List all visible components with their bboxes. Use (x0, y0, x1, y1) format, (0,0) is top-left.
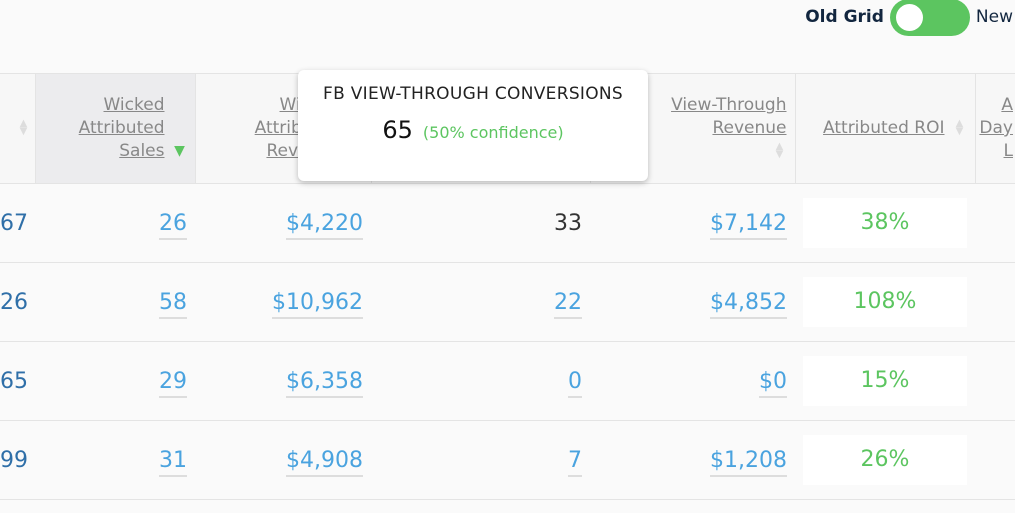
cell-link[interactable]: 29 (159, 368, 187, 398)
table-cell: 38% (795, 183, 975, 263)
table-cell: $4,908 (195, 420, 371, 500)
cell-link[interactable]: $6,358 (286, 368, 363, 398)
column-header[interactable]: Wicked Attributed Sales ▼ (35, 73, 196, 184)
table-cell: 58 (35, 262, 195, 342)
table-cell: $10,962 (195, 262, 371, 342)
table-cell (975, 341, 1015, 421)
cell-link[interactable]: $4,852 (710, 289, 787, 319)
cell-value: 26% (803, 435, 967, 485)
sort-descending-icon[interactable]: ▼ (173, 144, 187, 158)
table-cell: 0 (371, 341, 590, 421)
table-row: 67 26 $4,220 33 $7,142 38% (0, 183, 1015, 263)
tooltip-confidence: (50% confidence) (422, 123, 564, 142)
cell-link[interactable]: $10,962 (272, 289, 363, 319)
tooltip-title: FB VIEW-THROUGH CONVERSIONS (322, 84, 624, 104)
cell-link[interactable]: $4,908 (286, 447, 363, 477)
new-grid-label: New (975, 7, 1013, 27)
column-header-label[interactable]: Wicked Attributed Sales (55, 94, 165, 163)
cell-value: 26 (0, 289, 28, 315)
column-header[interactable]: ▲▼ (0, 73, 36, 184)
cell-value: 38% (803, 198, 967, 248)
column-header[interactable]: A Day L (975, 73, 1015, 184)
cell-value: 99 (0, 447, 28, 473)
grid-toggle-switch[interactable] (889, 0, 970, 36)
cell-link[interactable]: 0 (568, 368, 582, 398)
cell-value: 108% (803, 277, 967, 327)
table-cell: 26 (35, 183, 195, 263)
column-tooltip: FB VIEW-THROUGH CONVERSIONS 65 (50% confi… (298, 70, 648, 181)
cell-link[interactable]: $0 (759, 368, 787, 398)
old-grid-label: Old Grid (805, 7, 884, 27)
cell-value: 15% (803, 356, 967, 406)
table-cell: 7 (371, 420, 590, 500)
table-cell (975, 420, 1015, 500)
table-cell: $0 (590, 341, 795, 421)
cell-link[interactable]: 22 (554, 289, 582, 319)
table-cell: 26 (0, 262, 35, 342)
cell-link[interactable]: $4,220 (286, 210, 363, 240)
cell-link[interactable]: $1,208 (710, 447, 787, 477)
table-cell: 33 (371, 183, 590, 263)
table-cell: $6,358 (195, 341, 371, 421)
table-row: 65 29 $6,358 0 $0 15% (0, 341, 1015, 421)
column-header[interactable]: Attributed ROI ▲ ▼ (795, 73, 976, 184)
table-cell: 15% (795, 341, 975, 421)
table-cell: 108% (795, 262, 975, 342)
cell-value: 67 (0, 210, 28, 236)
cell-link[interactable]: 26 (159, 210, 187, 240)
table-cell: 67 (0, 183, 35, 263)
table-cell: 65 (0, 341, 35, 421)
cell-value: 65 (0, 368, 28, 394)
table-cell (975, 183, 1015, 263)
sort-icon[interactable]: ▲▼ (17, 119, 31, 137)
table-row: 99 31 $4,908 7 $1,208 26% (0, 420, 1015, 500)
table-row: 26 58 $10,962 22 $4,852 108% (0, 262, 1015, 342)
cell-link[interactable]: 31 (159, 447, 187, 477)
table-cell: $4,220 (195, 183, 371, 263)
table-cell: $7,142 (590, 183, 795, 263)
table-cell: 26% (795, 420, 975, 500)
grid-toggle: Old Grid New (805, 0, 1013, 36)
tooltip-value: 65 (382, 116, 413, 144)
column-header-label[interactable]: Attributed ROI (823, 117, 944, 140)
table-cell: 29 (35, 341, 195, 421)
cell-link[interactable]: 7 (568, 447, 582, 477)
table-cell: 22 (371, 262, 590, 342)
toggle-knob (895, 3, 923, 31)
cell-link[interactable]: 58 (159, 289, 187, 319)
column-header-label[interactable]: A Day L (976, 94, 1013, 163)
sort-icon[interactable]: ▲▼ (773, 142, 787, 160)
table-cell: $1,208 (590, 420, 795, 500)
table-cell: $4,852 (590, 262, 795, 342)
table-cell (975, 262, 1015, 342)
table-cell: 99 (0, 420, 35, 500)
cell-value: 33 (554, 210, 582, 236)
cell-link[interactable]: $7,142 (710, 210, 787, 240)
table-cell: 31 (35, 420, 195, 500)
sort-icon[interactable]: ▲▼ (953, 119, 967, 137)
